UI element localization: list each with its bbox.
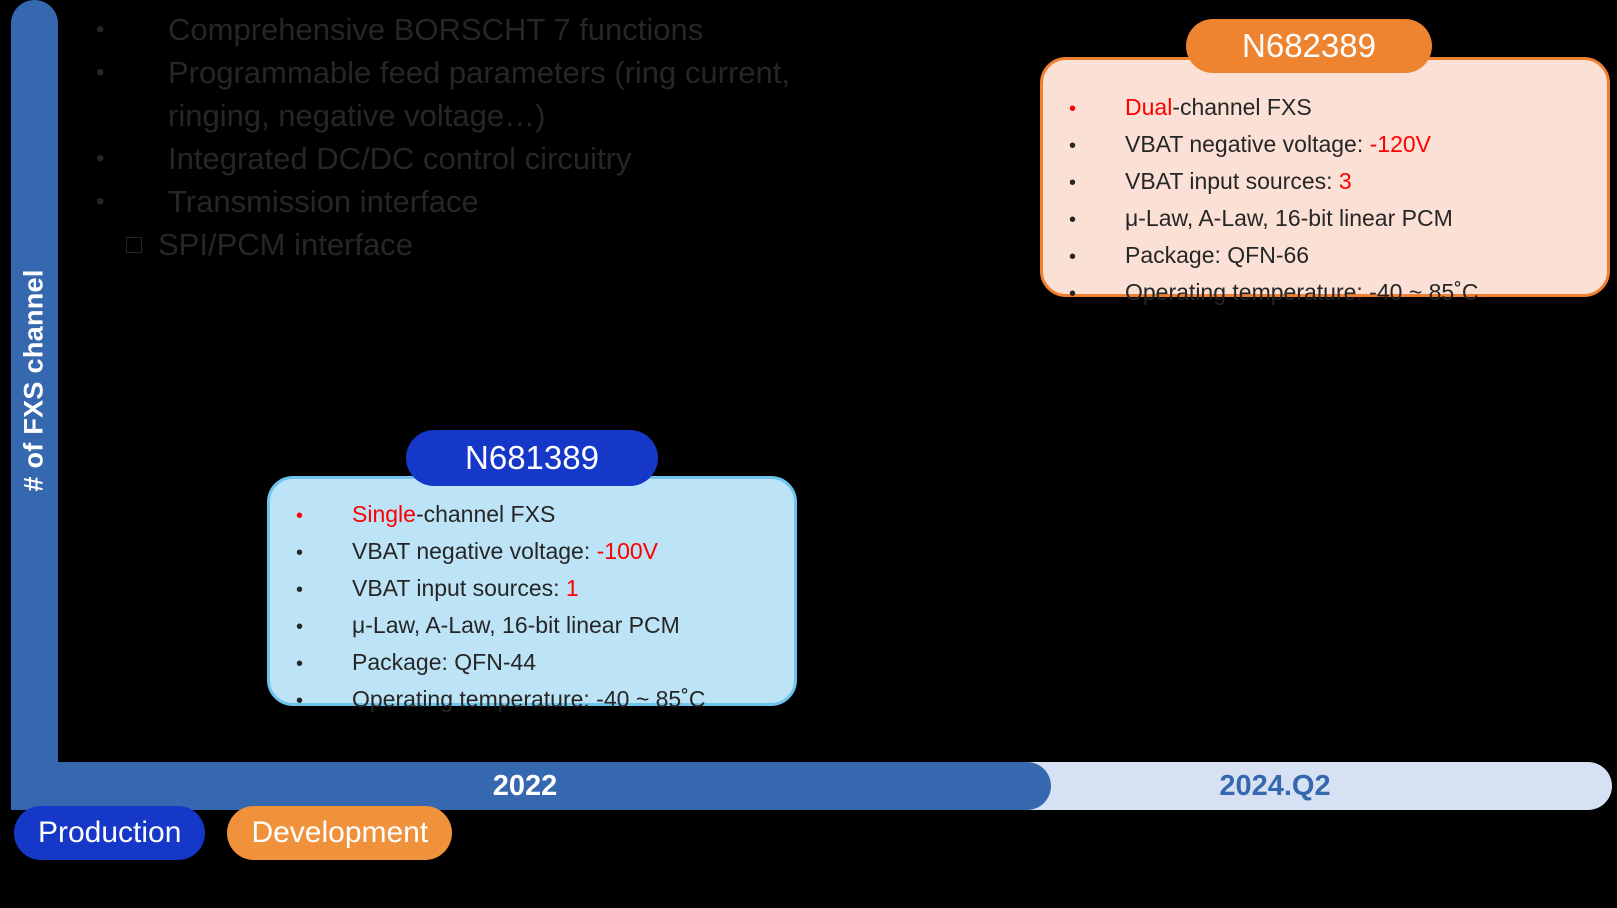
feature-sub-item: □ SPI/PCM interface (96, 223, 856, 266)
legend-item-development[interactable]: Development (227, 806, 453, 860)
feature-item-label: Comprehensive BORSCHT 7 functions (168, 12, 704, 47)
spec-text: μ-Law, A-Law, 16-bit linear PCM (352, 612, 680, 638)
feature-item-label: Integrated DC/DC control circuitry (168, 141, 632, 176)
spec-row: • VBAT input sources: 3 (1069, 164, 1593, 201)
bullet-icon: • (296, 653, 304, 675)
spec-row: • Single-channel FXS (296, 497, 780, 534)
spec-row: • VBAT input sources: 1 (296, 571, 780, 608)
spec-suffix: -channel FXS (415, 501, 556, 527)
feature-item: • Programmable feed parameters (ring cur… (96, 51, 856, 137)
spec-text: Single-channel FXS (352, 497, 780, 532)
product-card-n682389[interactable]: • Dual-channel FXS • VBAT negative volta… (1040, 57, 1610, 305)
bullet-icon: • (1069, 283, 1077, 305)
spec-accent: 3 (1338, 168, 1352, 194)
spec-row: • Operating temperature: -40 ~ 85˚C (1069, 275, 1593, 312)
bullet-icon: • (1069, 135, 1077, 157)
spec-text: VBAT negative voltage: -120V (1125, 127, 1593, 162)
spec-list: • Dual-channel FXS • VBAT negative volta… (1069, 90, 1593, 312)
feature-item-label: Programmable feed parameters (ring curre… (168, 55, 790, 133)
spec-accent: -100V (596, 538, 659, 564)
square-bullet-icon: □ (126, 229, 143, 259)
spec-text: Package: QFN-44 (352, 649, 537, 675)
spec-accent: 1 (565, 575, 579, 601)
bullet-icon: • (1069, 209, 1077, 231)
spec-row: • VBAT negative voltage: -120V (1069, 127, 1593, 164)
feature-item: • Integrated DC/DC control circuitry (96, 137, 856, 180)
legend-item-production[interactable]: Production (14, 806, 206, 860)
bullet-icon: • (296, 579, 304, 601)
spec-accent: -120V (1369, 131, 1432, 157)
spec-text: VBAT input sources: 1 (352, 571, 780, 606)
feature-bullet-list: • Comprehensive BORSCHT 7 functions • Pr… (96, 8, 856, 266)
spec-prefix: VBAT negative voltage: (352, 538, 597, 564)
spec-prefix: VBAT input sources: (352, 575, 566, 601)
bullet-icon: • (1069, 98, 1077, 120)
bullet-icon: • (96, 188, 105, 215)
spec-text: VBAT input sources: 3 (1125, 164, 1593, 199)
bullet-icon: • (96, 16, 105, 43)
spec-list: • Single-channel FXS • VBAT negative vol… (296, 497, 780, 719)
spec-row: • Dual-channel FXS (1069, 90, 1593, 127)
bullet-icon: • (96, 59, 105, 86)
spec-row: • Package: QFN-66 (1069, 238, 1593, 275)
product-card-n681389[interactable]: • Single-channel FXS • VBAT negative vol… (267, 476, 797, 712)
bullet-icon: • (296, 505, 304, 527)
timeline-label-2022: 2022 (492, 770, 558, 802)
spec-suffix: -channel FXS (1172, 94, 1312, 120)
spec-row: • Package: QFN-44 (296, 645, 780, 682)
spec-accent: Dual (1125, 94, 1173, 120)
bullet-icon: • (1069, 172, 1077, 194)
bullet-icon: • (296, 542, 304, 564)
timeline-label-2024q2: 2024.Q2 (1219, 770, 1331, 802)
spec-prefix: VBAT negative voltage: (1125, 131, 1370, 157)
bullet-icon: • (296, 690, 304, 712)
spec-text: Operating temperature: -40 ~ 85˚C (352, 686, 706, 712)
spec-row: • μ-Law, A-Law, 16-bit linear PCM (296, 608, 780, 645)
bullet-icon: • (296, 616, 304, 638)
spec-row: • μ-Law, A-Law, 16-bit linear PCM (1069, 201, 1593, 238)
spec-row: • Operating temperature: -40 ~ 85˚C (296, 682, 780, 719)
spec-text: VBAT negative voltage: -100V (352, 534, 780, 569)
spec-prefix: VBAT input sources: (1125, 168, 1339, 194)
y-axis-bar (11, 0, 58, 810)
product-title-pill-n682389[interactable]: N682389 (1186, 19, 1432, 73)
spec-text: Dual-channel FXS (1125, 90, 1593, 125)
spec-accent: Single (352, 501, 416, 527)
feature-item: • Comprehensive BORSCHT 7 functions (96, 8, 856, 51)
feature-sub-item-label: SPI/PCM interface (158, 227, 413, 262)
bullet-icon: • (96, 145, 105, 172)
feature-item: • Transmission interface (96, 180, 856, 223)
legend: Production Development (14, 806, 453, 860)
spec-text: Package: QFN-66 (1125, 242, 1310, 268)
bullet-icon: • (1069, 246, 1077, 268)
spec-row: • VBAT negative voltage: -100V (296, 534, 780, 571)
spec-text: Operating temperature: -40 ~ 85˚C (1125, 279, 1479, 305)
product-title-pill-n681389[interactable]: N681389 (406, 430, 658, 486)
spec-text: μ-Law, A-Law, 16-bit linear PCM (1125, 205, 1453, 231)
feature-item-label: Transmission interface (168, 184, 479, 219)
